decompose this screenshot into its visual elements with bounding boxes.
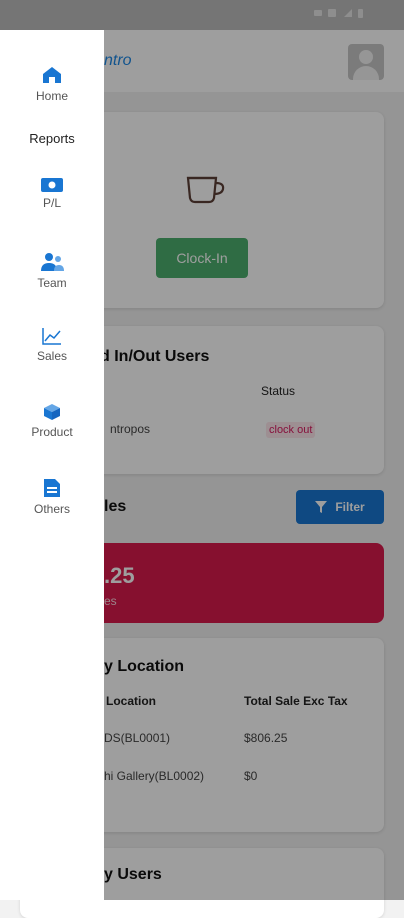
nav-label-pl: P/L (42, 196, 61, 210)
nav-section-label: Reports (29, 131, 75, 146)
chart-icon (42, 328, 61, 345)
nav-item-sales[interactable]: Sales (0, 327, 104, 363)
navigation-drawer: Home Reports P/L Team Sales Product Othe… (0, 30, 104, 900)
nav-label-team: Team (37, 276, 67, 290)
nav-label-sales: Sales (36, 349, 68, 363)
home-icon (43, 67, 61, 83)
nav-item-product[interactable]: Product (0, 403, 104, 439)
nav-item-others[interactable]: Others (0, 478, 104, 516)
money-icon (41, 178, 63, 192)
nav-item-team[interactable]: Team (0, 252, 104, 290)
cube-icon (44, 404, 60, 420)
nav-label-home: Home (35, 89, 68, 103)
nav-label-product: Product (31, 425, 73, 439)
document-icon (44, 479, 60, 497)
team-icon (41, 253, 64, 271)
nav-item-home[interactable]: Home (0, 66, 104, 103)
nav-section-reports: Reports (0, 127, 104, 146)
nav-item-pl[interactable]: P/L (0, 178, 104, 210)
nav-label-others: Others (33, 502, 70, 516)
